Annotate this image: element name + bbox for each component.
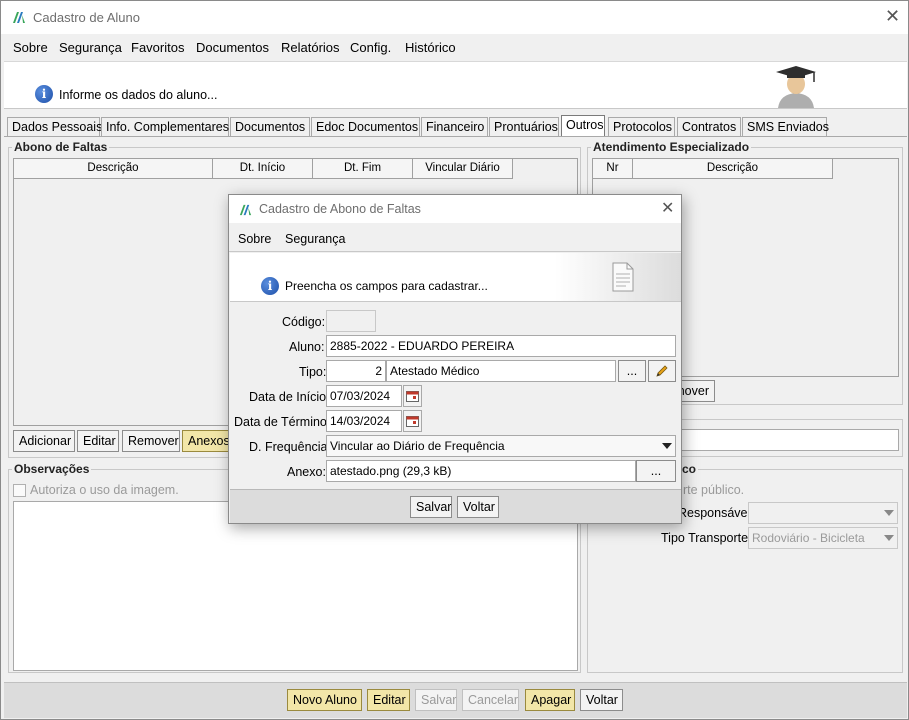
tipo-label: Tipo:	[299, 365, 327, 379]
menu-documentos[interactable]: Documentos	[196, 40, 269, 55]
calendar-icon	[406, 416, 419, 427]
dialog-voltar-button[interactable]: Voltar	[457, 496, 499, 518]
anexo-browse-button[interactable]: ...	[636, 460, 676, 482]
dialog-title: Cadastro de Abono de Faltas	[259, 202, 421, 216]
voltar-button[interactable]: Voltar	[580, 689, 623, 711]
tab-financeiro[interactable]: Financeiro	[421, 117, 488, 136]
grid-header-descricao-atend[interactable]: Descrição	[633, 159, 833, 179]
atendimento-title: Atendimento Especializado	[591, 140, 752, 154]
transporte-title: co	[680, 462, 699, 476]
data-inicio-field[interactable]: 07/03/2024	[326, 385, 402, 407]
grid-header-dt-fim[interactable]: Dt. Fim	[313, 159, 413, 179]
anexo-field[interactable]: atestado.png (29,3 kB)	[326, 460, 636, 482]
pencil-icon	[656, 365, 668, 377]
tab-outros[interactable]: Outros	[561, 115, 605, 137]
tab-info-complementares[interactable]: Info. Complementares	[101, 117, 229, 136]
dialog-info-banner: i Preencha os campos para cadastrar...	[230, 253, 681, 302]
apagar-button[interactable]: Apagar	[525, 689, 575, 711]
responsavel-label: Responsável:	[678, 506, 754, 520]
frequencia-value: Vincular ao Diário de Frequência	[330, 439, 505, 453]
info-banner: i Informe os dados do aluno...	[4, 61, 907, 109]
frequencia-select[interactable]: Vincular ao Diário de Frequência	[326, 435, 676, 457]
menu-relatorios[interactable]: Relatórios	[281, 40, 340, 55]
aluno-field[interactable]: 2885-2022 - EDUARDO PEREIRA	[326, 335, 676, 357]
tipo-search-button[interactable]: ...	[618, 360, 646, 382]
menu-config[interactable]: Config.	[350, 40, 391, 55]
anexo-label: Anexo:	[287, 465, 326, 479]
add-abono-button[interactable]: Adicionar	[13, 430, 75, 452]
anexos-button[interactable]: Anexos	[182, 430, 232, 452]
menu-seguranca[interactable]: Segurança	[59, 40, 122, 55]
observacoes-textarea[interactable]	[13, 501, 578, 671]
tipo-desc-field[interactable]: Atestado Médico	[386, 360, 616, 382]
chevron-down-icon	[662, 443, 672, 449]
dialog-button-bar: Salvar Voltar	[230, 489, 681, 523]
tipo-transporte-value: Rodoviário - Bicicleta	[752, 531, 865, 545]
transporte-publico-label: rte público.	[683, 483, 745, 497]
salvar-button[interactable]: Salvar	[415, 689, 457, 711]
frequencia-label: D. Frequência:	[249, 440, 331, 454]
menu-favoritos[interactable]: Favoritos	[131, 40, 184, 55]
data-termino-calendar-button[interactable]	[403, 410, 422, 432]
codigo-field[interactable]	[326, 310, 376, 332]
editar-button[interactable]: Editar	[367, 689, 410, 711]
student-graduate-icon	[776, 66, 816, 108]
dialog-info-text: Preencha os campos para cadastrar...	[285, 279, 488, 293]
tipo-transporte-select[interactable]: Rodoviário - Bicicleta	[748, 527, 898, 549]
menu-sobre[interactable]: Sobre	[13, 40, 48, 55]
dialog-menu-seguranca[interactable]: Segurança	[285, 232, 345, 246]
app-logo-icon	[239, 204, 252, 216]
grid-header-vincular-diario[interactable]: Vincular Diário	[413, 159, 513, 179]
calendar-icon	[406, 391, 419, 402]
window-title: Cadastro de Aluno	[33, 10, 140, 25]
app-logo-icon	[13, 12, 25, 23]
tipo-edit-button[interactable]	[648, 360, 676, 382]
info-icon: i	[261, 277, 279, 295]
abono-dialog: Cadastro de Abono de Faltas ✕ Sobre Segu…	[228, 194, 682, 524]
tab-sms-enviados[interactable]: SMS Enviados	[742, 117, 829, 136]
title-bar: Cadastro de Aluno ✕	[1, 1, 908, 34]
tipo-transporte-label: Tipo Transporte:	[661, 531, 752, 545]
document-icon	[612, 262, 634, 292]
cancelar-button[interactable]: Cancelar	[462, 689, 519, 711]
dialog-salvar-button[interactable]: Salvar	[410, 496, 452, 518]
data-inicio-label: Data de Início:	[249, 390, 330, 404]
data-inicio-calendar-button[interactable]	[403, 385, 422, 407]
grid-header-descricao[interactable]: Descrição	[14, 159, 213, 179]
tab-prontuarios[interactable]: Prontuários	[489, 117, 559, 136]
tab-contratos[interactable]: Contratos	[677, 117, 741, 136]
tab-documentos[interactable]: Documentos	[230, 117, 310, 136]
tab-edoc-documentos[interactable]: Edoc Documentos	[311, 117, 420, 136]
bottom-toolbar: Novo Aluno Editar Salvar Cancelar Apagar…	[4, 682, 907, 718]
menu-historico[interactable]: Histórico	[405, 40, 456, 55]
grid-header-nr[interactable]: Nr	[593, 159, 633, 179]
remove-abono-button[interactable]: Remover	[122, 430, 180, 452]
tab-protocolos[interactable]: Protocolos	[608, 117, 675, 136]
info-text: Informe os dados do aluno...	[59, 88, 218, 102]
dialog-menu-bar: Sobre Segurança	[229, 224, 681, 252]
data-termino-label: Data de Término:	[234, 415, 331, 429]
novo-aluno-button[interactable]: Novo Aluno	[287, 689, 362, 711]
autoriza-imagem-checkbox[interactable]	[13, 484, 26, 497]
aluno-label: Aluno:	[289, 340, 325, 354]
chevron-down-icon	[884, 510, 894, 516]
grid-header-dt-inicio[interactable]: Dt. Início	[213, 159, 313, 179]
menu-bar: Sobre Segurança Favoritos Documentos Rel…	[1, 35, 908, 60]
edit-abono-button[interactable]: Editar	[77, 430, 119, 452]
observacoes-title: Observações	[12, 462, 92, 476]
responsavel-select[interactable]	[748, 502, 898, 524]
close-icon[interactable]: ✕	[885, 6, 900, 27]
tab-dados-pessoais[interactable]: Dados Pessoais	[7, 117, 102, 136]
dialog-title-bar: Cadastro de Abono de Faltas ✕	[229, 195, 681, 223]
tipo-code-field[interactable]: 2	[326, 360, 386, 382]
chevron-down-icon	[884, 535, 894, 541]
dialog-close-icon[interactable]: ✕	[661, 198, 674, 218]
autoriza-imagem-label: Autoriza o uso da imagem.	[30, 483, 179, 497]
codigo-label: Código:	[282, 315, 326, 329]
data-termino-field[interactable]: 14/03/2024	[326, 410, 402, 432]
info-icon: i	[35, 85, 53, 103]
abono-title: Abono de Faltas	[12, 140, 110, 154]
dialog-menu-sobre[interactable]: Sobre	[238, 232, 271, 246]
